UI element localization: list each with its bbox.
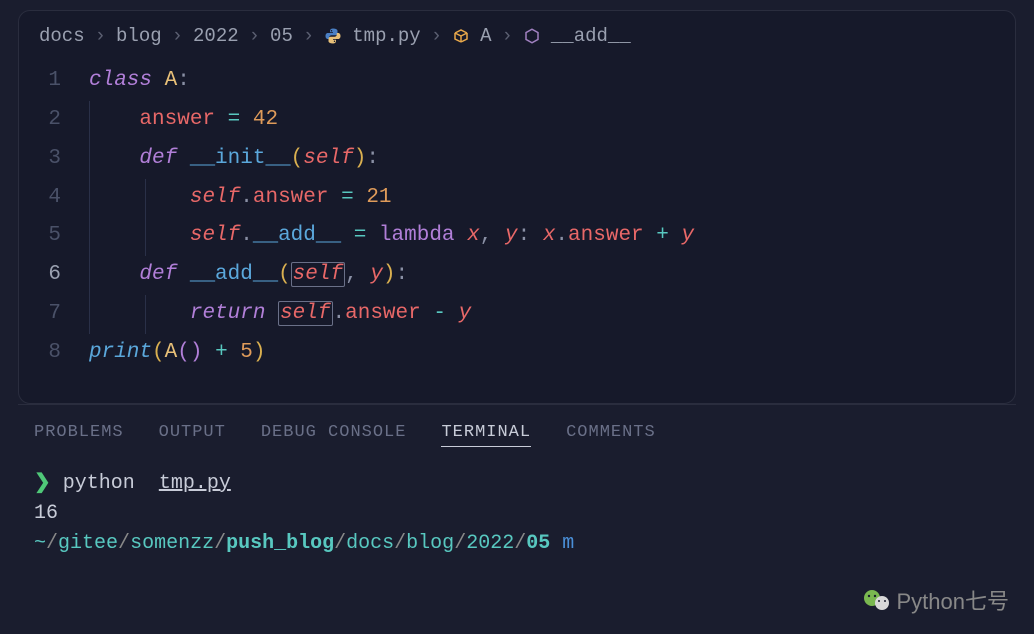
terminal-command-line: ❯ python tmp.py (34, 469, 1000, 499)
breadcrumb-item[interactable]: 05 (270, 25, 293, 47)
terminal-path-line: ~/gitee/somenzz/push_blog/docs/blog/2022… (34, 529, 1000, 559)
chevron-right-icon: › (303, 25, 314, 47)
code-line: 6 def __add__(self, y): (19, 256, 1015, 295)
breadcrumb[interactable]: docs › blog › 2022 › 05 › tmp.py › A › _… (19, 11, 1015, 57)
wechat-icon (863, 588, 891, 612)
breadcrumb-method[interactable]: __add__ (551, 25, 631, 47)
code-line: 2 answer = 42 (19, 101, 1015, 140)
breadcrumb-item[interactable]: docs (39, 25, 85, 47)
editor-pane: docs › blog › 2022 › 05 › tmp.py › A › _… (18, 10, 1016, 404)
code-line: 5 self.__add__ = lambda x, y: x.answer +… (19, 217, 1015, 256)
terminal-arg: tmp.py (159, 469, 231, 499)
chevron-right-icon: › (431, 25, 442, 47)
terminal[interactable]: ❯ python tmp.py 16 ~/gitee/somenzz/push_… (0, 459, 1034, 569)
line-number: 3 (19, 140, 89, 179)
terminal-output: 16 (34, 499, 1000, 529)
tab-terminal[interactable]: TERMINAL (441, 423, 531, 447)
breadcrumb-file[interactable]: tmp.py (352, 25, 420, 47)
breadcrumb-class[interactable]: A (480, 25, 491, 47)
watermark: Python七号 (863, 584, 1010, 616)
code-line: 7 return self.answer - y (19, 295, 1015, 334)
code-line: 8print(A() + 5) (19, 334, 1015, 373)
code-line: 3 def __init__(self): (19, 140, 1015, 179)
tab-comments[interactable]: COMMENTS (566, 423, 656, 447)
chevron-right-icon: › (95, 25, 106, 47)
panel-tabs: PROBLEMS OUTPUT DEBUG CONSOLE TERMINAL C… (0, 405, 1034, 459)
line-number: 2 (19, 101, 89, 140)
code-line: 4 self.answer = 21 (19, 179, 1015, 218)
python-file-icon (324, 27, 342, 45)
breadcrumb-item[interactable]: 2022 (193, 25, 239, 47)
breadcrumb-item[interactable]: blog (116, 25, 162, 47)
prompt-icon: ❯ (34, 469, 51, 499)
chevron-right-icon: › (502, 25, 513, 47)
tab-problems[interactable]: PROBLEMS (34, 423, 124, 447)
line-number: 7 (19, 295, 89, 334)
line-number: 1 (19, 62, 89, 101)
tab-debug-console[interactable]: DEBUG CONSOLE (261, 423, 407, 447)
chevron-right-icon: › (249, 25, 260, 47)
code-editor[interactable]: 1class A: 2 answer = 42 3 def __init__(s… (19, 57, 1015, 403)
method-icon (523, 27, 541, 45)
line-number: 6 (19, 256, 89, 295)
code-line: 1class A: (19, 62, 1015, 101)
class-icon (452, 27, 470, 45)
line-number: 4 (19, 179, 89, 218)
tab-output[interactable]: OUTPUT (159, 423, 226, 447)
chevron-right-icon: › (172, 25, 183, 47)
line-number: 5 (19, 217, 89, 256)
terminal-command: python (63, 469, 135, 499)
watermark-text: Python七号 (897, 584, 1010, 616)
line-number: 8 (19, 334, 89, 373)
